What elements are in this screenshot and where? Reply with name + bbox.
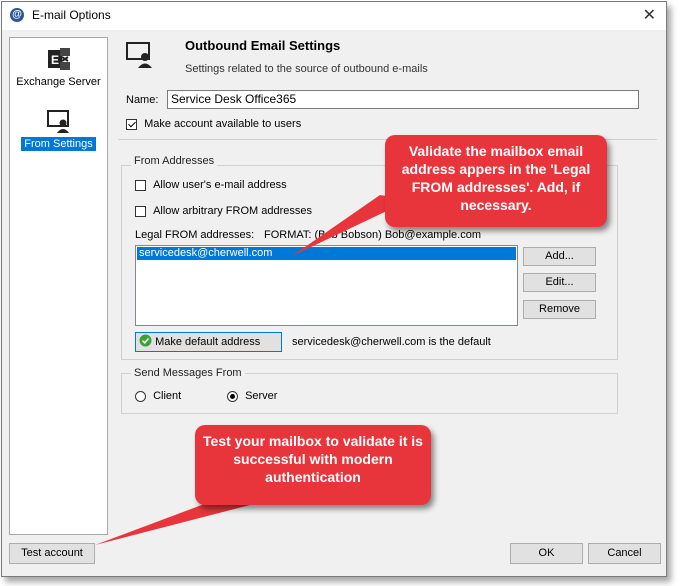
callout-top: Validate the mailbox email address apper… bbox=[385, 135, 607, 227]
callout-bottom-pointer bbox=[95, 500, 250, 545]
callout-bottom: Test your mailbox to validate it is succ… bbox=[195, 425, 431, 505]
